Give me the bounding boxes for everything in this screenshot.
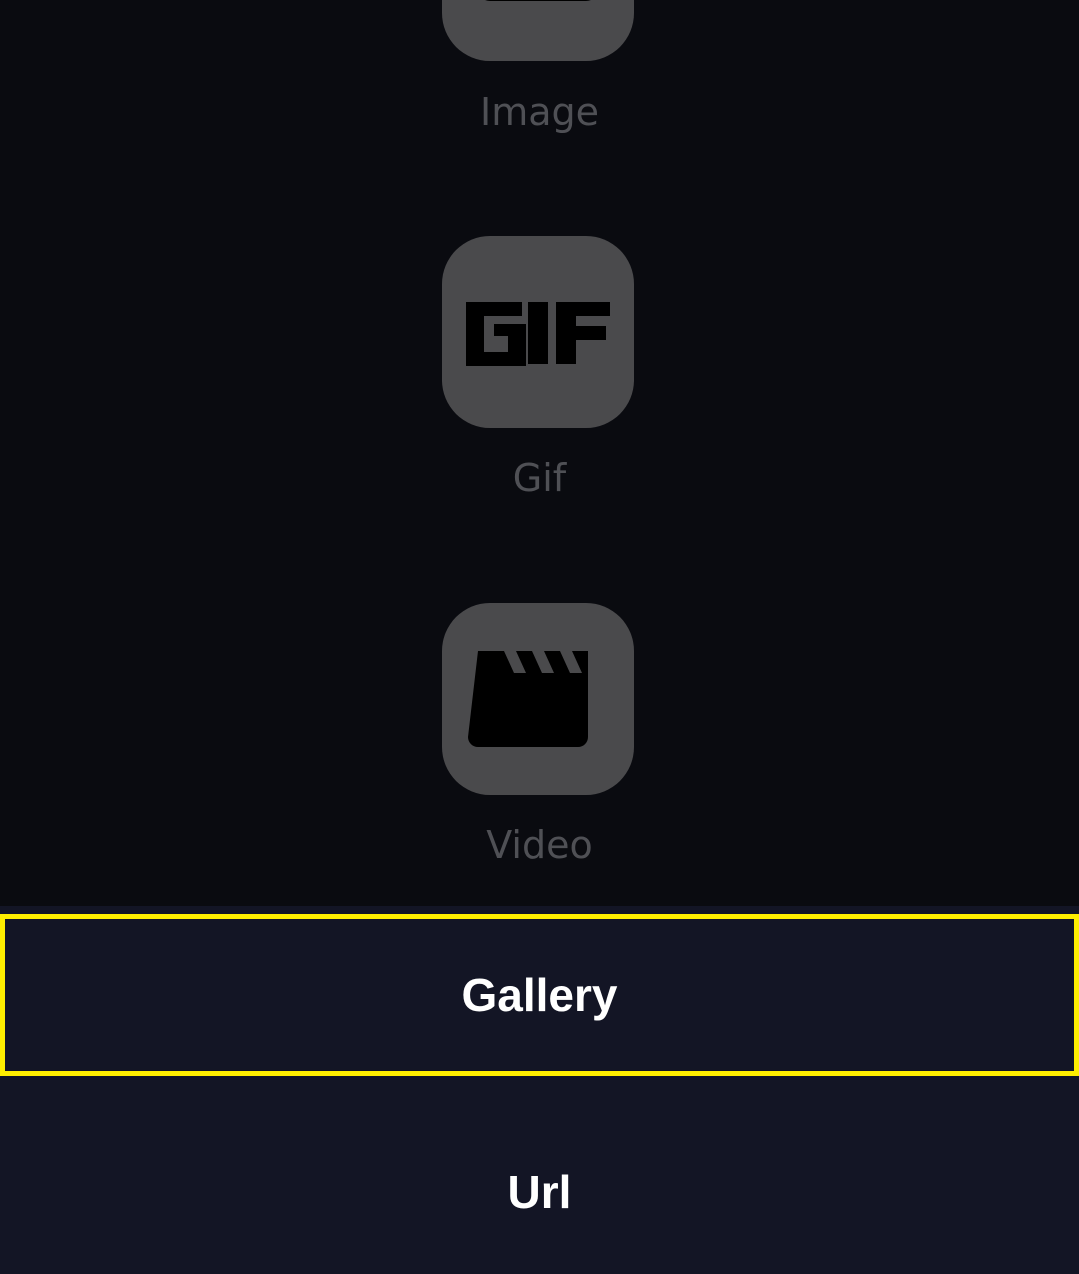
gif-icon [466,302,610,366]
media-option-label: Video [486,823,593,867]
image-tile[interactable] [442,0,634,61]
media-option-label: Gif [512,456,567,500]
gif-tile[interactable] [442,236,634,428]
url-button[interactable]: Url [0,1096,1079,1274]
video-tile[interactable] [442,603,634,795]
image-icon [485,0,591,1]
media-picker-screen: Image Gif Video Gallery Url [0,0,1079,1274]
source-action-sheet: Gallery Url [0,906,1079,1274]
gallery-button[interactable]: Gallery [0,914,1079,1076]
clapperboard-icon [468,651,588,747]
media-option-label: Image [479,90,599,134]
